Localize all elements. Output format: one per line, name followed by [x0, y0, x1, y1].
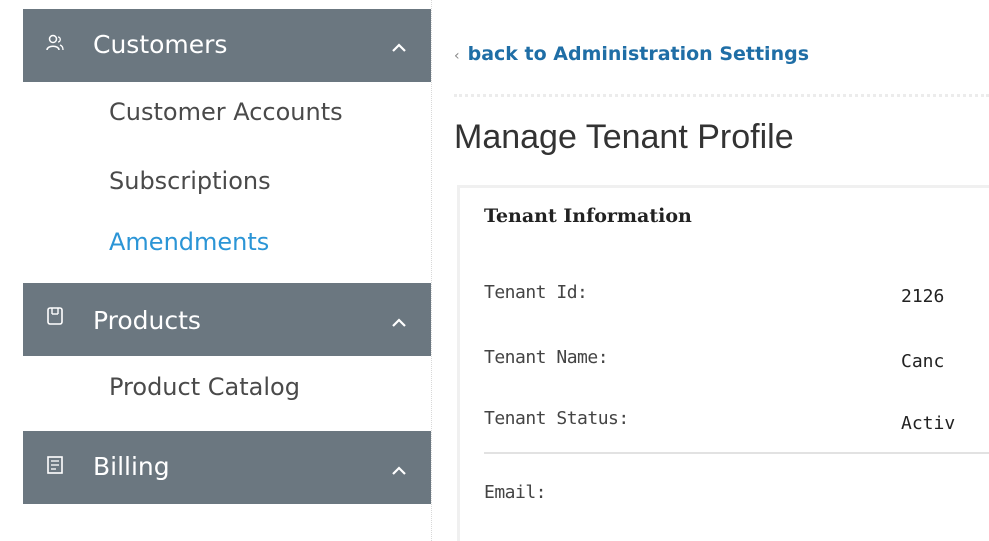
sidebar-section-products[interactable]: Products: [23, 283, 431, 356]
tenant-id-label: Tenant Id:: [484, 282, 588, 303]
people-icon: [45, 33, 65, 53]
sidebar-section-customers[interactable]: Customers: [23, 9, 431, 82]
main-content: ‹ back to Administration Settings Manage …: [432, 0, 989, 541]
tenant-id-value: 2126: [901, 286, 945, 307]
sidebar-item-customer-accounts[interactable]: Customer Accounts: [109, 98, 343, 126]
divider: [454, 94, 989, 97]
tenant-status-label: Tenant Status:: [484, 408, 629, 429]
back-link[interactable]: ‹ back to Administration Settings: [454, 43, 809, 65]
sidebar-section-label: Customers: [93, 30, 228, 59]
sidebar-item-subscriptions[interactable]: Subscriptions: [109, 167, 271, 195]
sidebar: Customers Customer Accounts Subscription…: [23, 0, 432, 541]
tenant-name-label: Tenant Name:: [484, 347, 609, 368]
email-label: Email:: [484, 482, 547, 503]
tenant-info-panel: Tenant Information Tenant Id: 2126 Tenan…: [457, 185, 989, 541]
sidebar-section-label: Products: [93, 306, 201, 335]
tenant-status-value: Activ: [901, 413, 956, 434]
chevron-up-icon[interactable]: [389, 39, 409, 53]
divider: [484, 452, 989, 454]
sidebar-section-billing[interactable]: Billing: [23, 431, 431, 504]
tenant-name-value: Canc: [901, 351, 945, 372]
back-link-label: back to Administration Settings: [467, 43, 810, 65]
chevron-up-icon[interactable]: [389, 462, 409, 476]
product-icon: [45, 306, 65, 326]
chevron-left-icon: ‹: [454, 48, 460, 64]
billing-icon: [45, 455, 65, 475]
sidebar-section-label: Billing: [93, 452, 170, 481]
sidebar-item-amendments[interactable]: Amendments: [109, 228, 269, 256]
chevron-up-icon[interactable]: [389, 314, 409, 328]
page-title: Manage Tenant Profile: [454, 118, 794, 156]
app-root: Customers Customer Accounts Subscription…: [0, 0, 989, 541]
sidebar-item-product-catalog[interactable]: Product Catalog: [109, 373, 300, 401]
panel-title: Tenant Information: [484, 205, 692, 227]
